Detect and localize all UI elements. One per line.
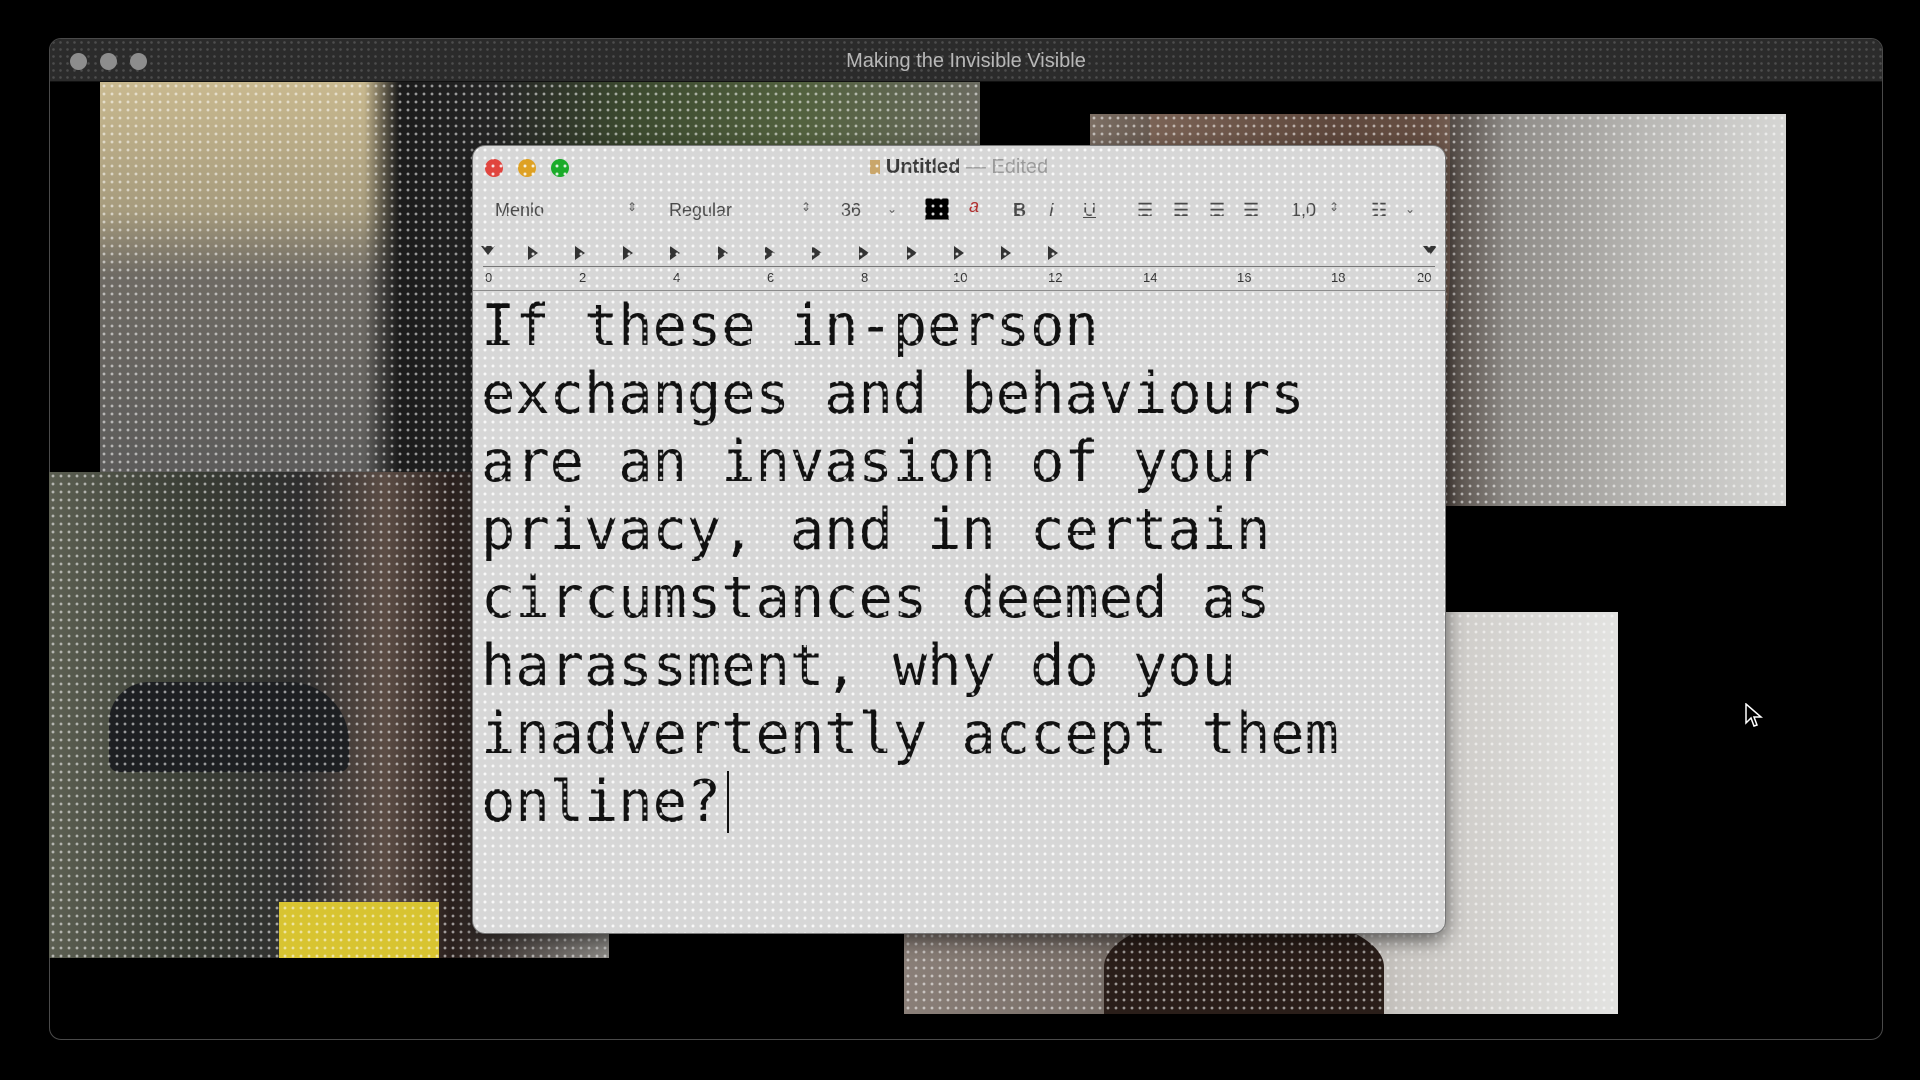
tab-stop[interactable] <box>765 246 775 260</box>
document-body-text: If these in-person exchanges and behavio… <box>481 293 1374 835</box>
chevron-updown-icon: ⇕ <box>801 200 812 214</box>
ruler-tick-label: 6 <box>767 270 775 285</box>
line-spacing-select[interactable]: 1,0 <box>1291 200 1316 221</box>
font-family-select[interactable]: Menlo <box>495 200 544 221</box>
ruler-tick-label: 8 <box>861 270 869 285</box>
ruler-tick-label: 2 <box>579 270 587 285</box>
tab-stop[interactable] <box>907 246 917 260</box>
italic-button[interactable]: I <box>1049 200 1054 221</box>
bold-button[interactable]: B <box>1013 200 1026 221</box>
text-editor[interactable]: If these in-person exchanges and behavio… <box>481 292 1435 923</box>
chevron-down-icon: ⌄ <box>887 202 898 216</box>
align-left-icon[interactable]: ☰ <box>1137 200 1153 221</box>
document-icon <box>869 160 880 174</box>
text-color-swatch[interactable] <box>925 198 949 220</box>
tab-stop[interactable] <box>528 246 538 260</box>
tab-stop[interactable] <box>1048 246 1058 260</box>
ruler-tick-label: 18 <box>1331 270 1346 285</box>
tab-stop[interactable] <box>718 246 728 260</box>
font-style-select[interactable]: Regular <box>669 200 732 221</box>
ruler-tick-label: 16 <box>1237 270 1252 285</box>
tab-stop[interactable] <box>575 246 585 260</box>
align-center-icon[interactable]: ☰ <box>1173 200 1189 221</box>
ruler-tick-label: 14 <box>1143 270 1158 285</box>
chevron-updown-icon: ⇕ <box>1329 200 1340 214</box>
ruler-tick-label: 20 <box>1417 270 1432 285</box>
ruler-tick-label: 0 <box>485 270 493 285</box>
font-size-field[interactable]: 36 <box>841 200 861 221</box>
tab-stop[interactable] <box>954 246 964 260</box>
textedit-title-bar[interactable]: Untitled — Edited <box>473 146 1445 188</box>
align-right-icon[interactable]: ☰ <box>1209 200 1225 221</box>
align-justify-icon[interactable]: ☰ <box>1243 200 1259 221</box>
ruler-tick-label: 4 <box>673 270 681 285</box>
document-title: Untitled — Edited <box>473 156 1445 179</box>
left-margin-marker[interactable] <box>481 246 495 255</box>
highlight-color-icon[interactable]: a <box>969 196 979 217</box>
outer-title-bar[interactable]: Making the Invisible Visible <box>50 39 1882 82</box>
ruler-tick-label: 10 <box>953 270 968 285</box>
underline-button[interactable]: U <box>1083 200 1096 221</box>
tab-stop[interactable] <box>1001 246 1011 260</box>
tab-stop[interactable] <box>623 246 633 260</box>
ruler-tick-label: 12 <box>1048 270 1063 285</box>
right-margin-marker[interactable] <box>1423 246 1437 255</box>
tab-stop[interactable] <box>859 246 869 260</box>
list-bullets-icon[interactable]: ☷ <box>1371 200 1387 221</box>
format-toolbar: Menlo ⇕ Regular ⇕ 36 ⌄ a B I U ☰ ☰ ☰ ☰ 1… <box>473 188 1445 232</box>
chevron-down-icon: ⌄ <box>1405 202 1416 216</box>
mouse-pointer-icon <box>1745 703 1763 727</box>
outer-window-title: Making the Invisible Visible <box>846 50 1086 72</box>
ruler-baseline <box>483 266 1435 267</box>
tab-stop[interactable] <box>670 246 680 260</box>
tab-stop[interactable] <box>812 246 822 260</box>
edited-status: — Edited <box>965 156 1049 178</box>
text-caret <box>727 771 730 833</box>
ruler[interactable]: 0 2 4 6 8 10 12 14 16 18 20 <box>473 244 1445 291</box>
chevron-updown-icon: ⇕ <box>627 200 638 214</box>
textedit-window: Untitled — Edited Menlo ⇕ Regular ⇕ 36 ⌄… <box>473 146 1445 933</box>
document-name: Untitled <box>885 156 961 178</box>
